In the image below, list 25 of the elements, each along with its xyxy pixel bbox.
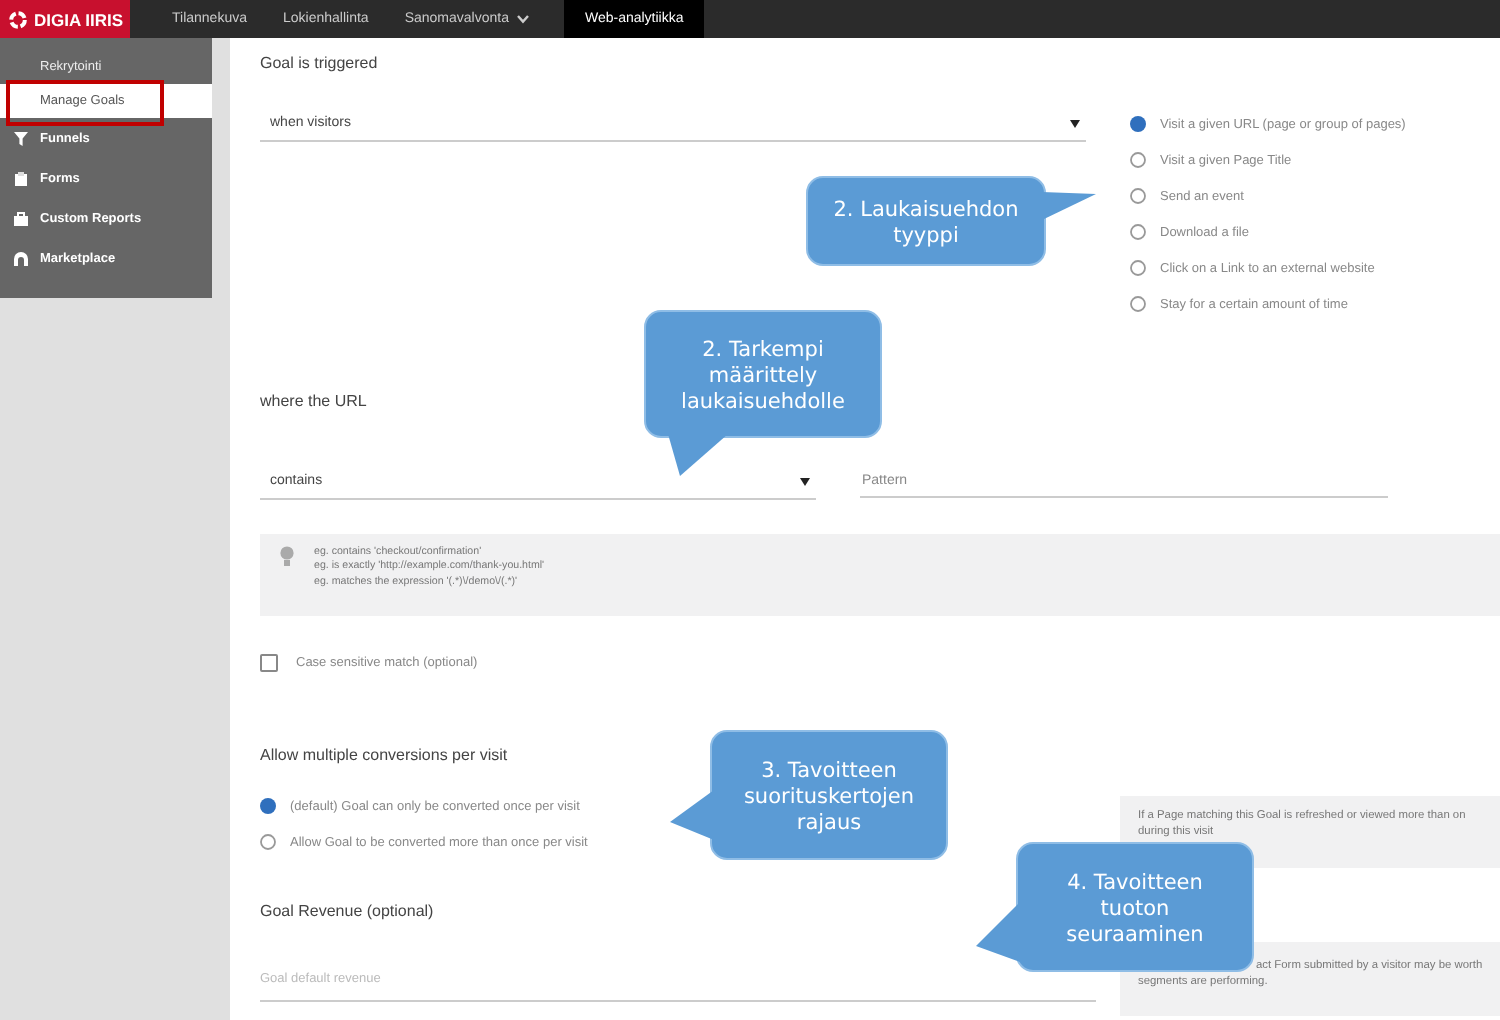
callout: 3. Tavoitteen suorituskertojen rajaus (670, 730, 950, 862)
checkbox[interactable] (260, 654, 278, 672)
callout: 2. Laukaisuehdon tyyppi (806, 176, 1098, 268)
ring-icon (8, 9, 28, 29)
section-title: Goal is triggered (260, 54, 378, 72)
radio-button[interactable] (260, 834, 276, 850)
radio-button[interactable] (1130, 224, 1146, 240)
radio-button[interactable] (260, 798, 276, 814)
caret-icon (800, 477, 810, 485)
clipboard-icon (14, 171, 28, 185)
section-title: Allow multiple conversions per visit (260, 746, 508, 764)
lightbulb-icon (280, 546, 294, 568)
callout: 4. Tavoitteen tuoton seuraaminen (976, 842, 1256, 974)
radio-button[interactable] (1130, 116, 1146, 132)
radio-button[interactable] (1130, 152, 1146, 168)
radio-button[interactable] (1130, 260, 1146, 276)
logo-text: DIGIA IIRIS (34, 9, 124, 29)
briefcase-icon (14, 211, 28, 225)
arch-icon (14, 251, 28, 265)
funnel-icon (14, 131, 28, 145)
caret-icon (1070, 119, 1080, 127)
section-title: where the URL (260, 392, 367, 410)
radio-button[interactable] (1130, 296, 1146, 312)
section-title: Goal Revenue (optional) (260, 902, 434, 920)
radio-button[interactable] (1130, 188, 1146, 204)
